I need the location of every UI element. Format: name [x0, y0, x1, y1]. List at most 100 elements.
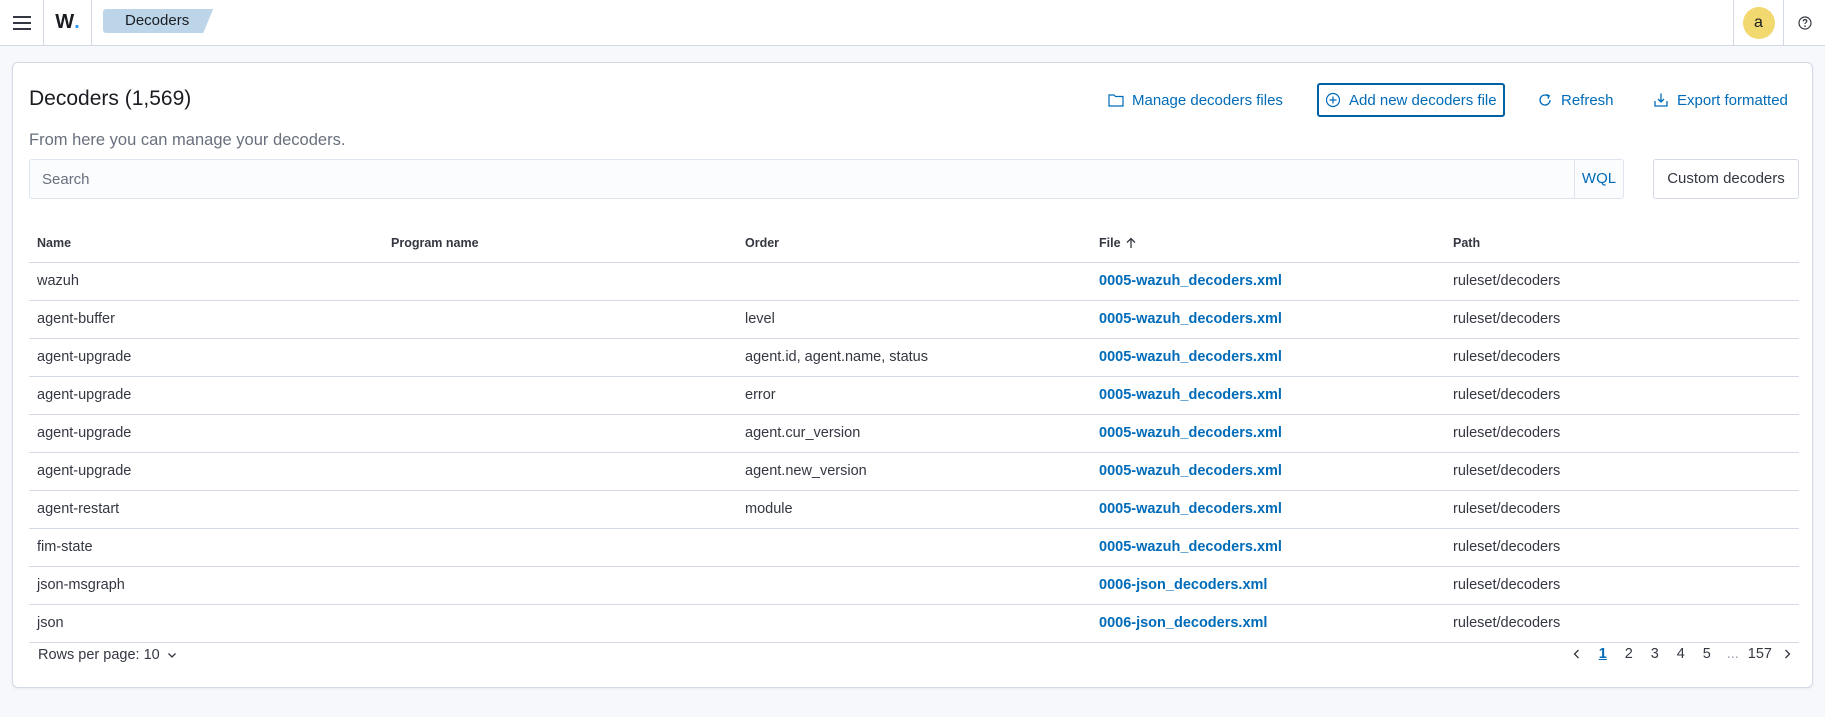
cell-program	[383, 338, 737, 377]
cell-order: level	[737, 300, 1091, 339]
sort-up-icon	[1126, 237, 1136, 248]
logo-text: W	[55, 11, 75, 33]
cell-program	[383, 262, 737, 301]
column-header-path[interactable]: Path	[1445, 224, 1799, 263]
manage-decoders-files-button[interactable]: Manage decoders files	[1108, 83, 1283, 117]
table-row[interactable]: agent-restart module 0005-wazuh_decoders…	[29, 490, 1799, 529]
cell-name: json	[29, 604, 383, 643]
cell-path: ruleset/decoders	[1445, 262, 1799, 301]
column-name-label: Name	[37, 235, 72, 250]
table-row[interactable]: json-msgraph 0006-json_decoders.xml rule…	[29, 566, 1799, 605]
wql-button[interactable]: WQL	[1574, 160, 1623, 198]
breadcrumb-decoders[interactable]: Decoders	[103, 9, 213, 33]
cell-path: ruleset/decoders	[1445, 414, 1799, 453]
export-icon	[1654, 93, 1668, 107]
pagination: 1 2 3 4 5 ... 157	[1564, 641, 1800, 667]
menu-icon	[12, 15, 31, 30]
cell-path: ruleset/decoders	[1445, 604, 1799, 643]
chevron-left-icon	[1573, 649, 1579, 659]
table-row[interactable]: agent-buffer level 0005-wazuh_decoders.x…	[29, 300, 1799, 339]
cell-name: agent-buffer	[29, 300, 383, 339]
cell-file-link[interactable]: 0005-wazuh_decoders.xml	[1091, 414, 1445, 453]
cell-path: ruleset/decoders	[1445, 528, 1799, 567]
column-header-order[interactable]: Order	[737, 224, 1091, 263]
page-button-5[interactable]: 5	[1694, 641, 1720, 667]
cell-program	[383, 490, 737, 529]
top-bar: W. Decoders a	[0, 0, 1825, 46]
table-row[interactable]: agent-upgrade agent.cur_version 0005-waz…	[29, 414, 1799, 453]
column-order-label: Order	[745, 235, 780, 250]
chevron-down-icon	[167, 653, 176, 658]
user-menu[interactable]: a	[1733, 0, 1783, 45]
page-button-3[interactable]: 3	[1642, 641, 1668, 667]
export-formatted-label: Export formatted	[1677, 91, 1788, 109]
refresh-label: Refresh	[1561, 91, 1614, 109]
cell-program	[383, 300, 737, 339]
column-header-program-name[interactable]: Program name	[383, 224, 737, 263]
cell-file-link[interactable]: 0005-wazuh_decoders.xml	[1091, 528, 1445, 567]
help-icon	[1797, 15, 1812, 30]
help-button[interactable]	[1783, 0, 1825, 45]
cell-program	[383, 452, 737, 491]
logo-dot: .	[74, 11, 80, 33]
cell-path: ruleset/decoders	[1445, 566, 1799, 605]
page-button-1[interactable]: 1	[1590, 641, 1616, 667]
page-button-2[interactable]: 2	[1616, 641, 1642, 667]
decoders-table: Name Program name Order File Path wazuh …	[29, 224, 1799, 643]
table-header-row: Name Program name Order File Path	[29, 224, 1799, 263]
add-new-decoders-file-button[interactable]: Add new decoders file	[1317, 83, 1505, 117]
column-header-name[interactable]: Name	[29, 224, 383, 263]
page-ellipsis: ...	[1726, 646, 1739, 662]
cell-name: wazuh	[29, 262, 383, 301]
page-subtitle: From here you can manage your decoders.	[29, 131, 346, 149]
cell-file-link[interactable]: 0005-wazuh_decoders.xml	[1091, 338, 1445, 377]
cell-file-link[interactable]: 0005-wazuh_decoders.xml	[1091, 376, 1445, 415]
previous-page-button[interactable]	[1564, 641, 1590, 667]
menu-button[interactable]	[0, 0, 44, 45]
cell-order: agent.id, agent.name, status	[737, 338, 1091, 377]
app-logo[interactable]: W.	[44, 0, 92, 45]
table-row[interactable]: agent-upgrade error 0005-wazuh_decoders.…	[29, 376, 1799, 415]
table-row[interactable]: agent-upgrade agent.new_version 0005-waz…	[29, 452, 1799, 491]
rows-per-page-label: Rows per page: 10	[38, 647, 160, 663]
cell-file-link[interactable]: 0005-wazuh_decoders.xml	[1091, 262, 1445, 301]
table-row[interactable]: fim-state 0005-wazuh_decoders.xml rulese…	[29, 528, 1799, 567]
cell-order: module	[737, 490, 1091, 529]
page-button-4[interactable]: 4	[1668, 641, 1694, 667]
cell-order: error	[737, 376, 1091, 415]
cell-path: ruleset/decoders	[1445, 376, 1799, 415]
decoders-panel: Decoders (1,569) From here you can manag…	[12, 62, 1813, 688]
cell-order	[737, 566, 1091, 605]
refresh-button[interactable]: Refresh	[1537, 83, 1614, 117]
table-body: wazuh 0005-wazuh_decoders.xml ruleset/de…	[29, 262, 1799, 643]
cell-order	[737, 604, 1091, 643]
cell-name: json-msgraph	[29, 566, 383, 605]
search-bar: WQL	[29, 159, 1624, 199]
cell-file-link[interactable]: 0005-wazuh_decoders.xml	[1091, 490, 1445, 529]
plus-circle-icon	[1325, 92, 1341, 108]
refresh-icon	[1539, 93, 1551, 106]
table-row[interactable]: wazuh 0005-wazuh_decoders.xml ruleset/de…	[29, 262, 1799, 301]
rows-per-page-selector[interactable]: Rows per page: 10	[38, 643, 178, 667]
page-button-last[interactable]: 157	[1746, 641, 1774, 667]
avatar[interactable]: a	[1742, 6, 1775, 39]
page-title: Decoders (1,569)	[29, 87, 192, 110]
next-page-button[interactable]	[1774, 641, 1800, 667]
cell-file-link[interactable]: 0006-json_decoders.xml	[1091, 566, 1445, 605]
custom-decoders-button[interactable]: Custom decoders	[1653, 159, 1799, 199]
cell-path: ruleset/decoders	[1445, 490, 1799, 529]
column-header-file[interactable]: File	[1091, 224, 1445, 263]
add-new-decoders-file-label: Add new decoders file	[1349, 91, 1497, 109]
cell-program	[383, 414, 737, 453]
cell-file-link[interactable]: 0005-wazuh_decoders.xml	[1091, 452, 1445, 491]
table-row[interactable]: json 0006-json_decoders.xml ruleset/deco…	[29, 604, 1799, 643]
cell-name: agent-upgrade	[29, 338, 383, 377]
table-row[interactable]: agent-upgrade agent.id, agent.name, stat…	[29, 338, 1799, 377]
column-path-label: Path	[1453, 235, 1481, 250]
cell-order	[737, 528, 1091, 567]
export-formatted-button[interactable]: Export formatted	[1653, 83, 1788, 117]
search-input[interactable]	[30, 160, 1570, 198]
cell-file-link[interactable]: 0006-json_decoders.xml	[1091, 604, 1445, 643]
cell-file-link[interactable]: 0005-wazuh_decoders.xml	[1091, 300, 1445, 339]
cell-name: agent-upgrade	[29, 414, 383, 453]
